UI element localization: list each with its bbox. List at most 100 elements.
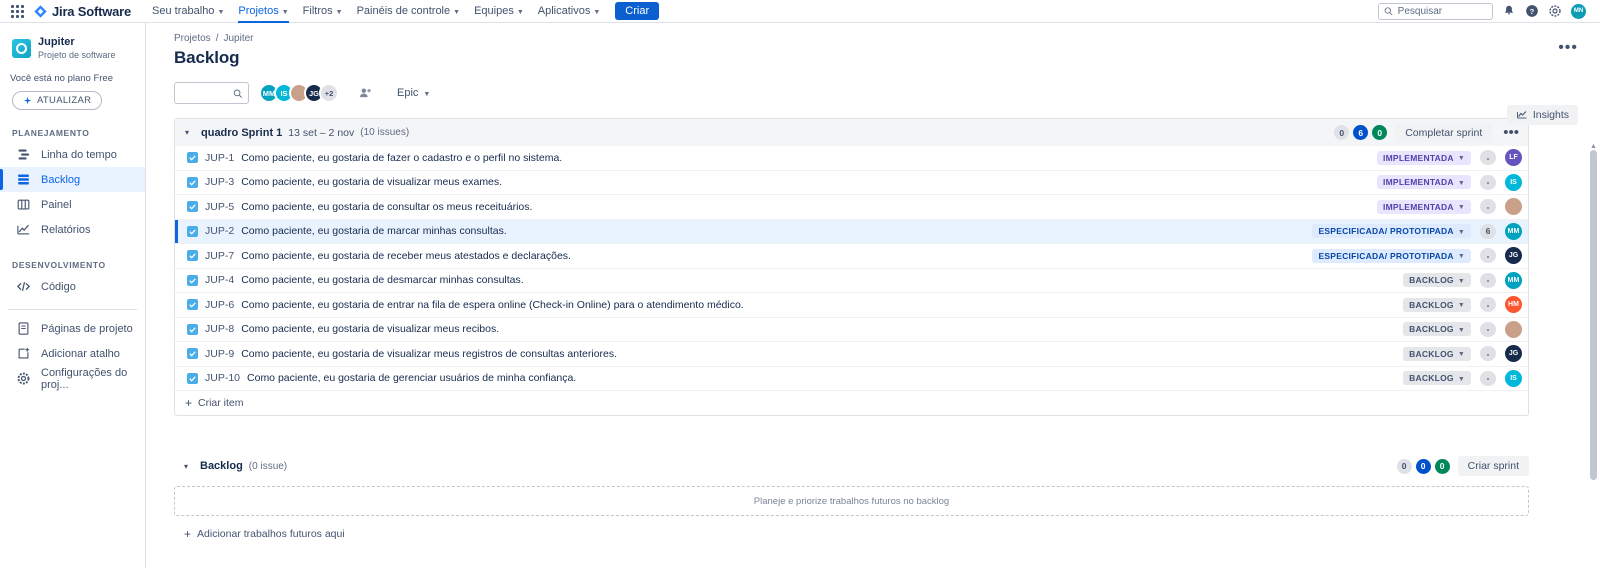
- estimate-badge[interactable]: -: [1480, 150, 1496, 166]
- create-sprint-button[interactable]: Criar sprint: [1457, 456, 1529, 476]
- assignee-avatar[interactable]: LF: [1505, 149, 1522, 167]
- backlog-search-input[interactable]: [181, 87, 233, 99]
- status-badge[interactable]: BACKLOG ▼: [1403, 346, 1471, 361]
- estimate-badge[interactable]: -: [1480, 321, 1496, 337]
- estimate-badge[interactable]: -: [1480, 346, 1496, 362]
- issue-key[interactable]: JUP-3: [205, 176, 234, 188]
- issue-key[interactable]: JUP-1: [205, 152, 234, 164]
- notifications-bell-icon[interactable]: [1502, 4, 1516, 18]
- nav-item-paineis-de-controle[interactable]: Painéis de controle ▼: [350, 0, 468, 23]
- issue-key[interactable]: JUP-9: [205, 348, 234, 360]
- assignee-avatar[interactable]: MM: [1505, 271, 1522, 289]
- issue-key[interactable]: JUP-8: [205, 323, 234, 335]
- pill-inprogress-count[interactable]: 0: [1415, 458, 1431, 474]
- sidebar-item-codigo[interactable]: Código: [0, 274, 145, 299]
- scrollbar-thumb[interactable]: [1590, 150, 1597, 480]
- pill-done-count[interactable]: 0: [1372, 125, 1388, 140]
- status-badge[interactable]: ESPECIFICADA/ PROTOTIPADA ▼: [1312, 224, 1471, 239]
- global-search-box[interactable]: [1378, 2, 1493, 20]
- estimate-badge[interactable]: 6: [1480, 223, 1496, 239]
- estimate-badge[interactable]: -: [1480, 297, 1496, 313]
- settings-gear-icon[interactable]: [1548, 4, 1562, 18]
- assignee-avatar[interactable]: MM: [1505, 222, 1522, 240]
- issue-key[interactable]: JUP-2: [205, 225, 234, 237]
- issue-key[interactable]: JUP-4: [205, 274, 234, 286]
- backlog-collapse-chevron-icon[interactable]: ▾: [184, 462, 194, 471]
- estimate-badge[interactable]: -: [1480, 248, 1496, 264]
- issue-key[interactable]: JUP-6: [205, 299, 234, 311]
- main-scrollbar[interactable]: ▲: [1590, 143, 1597, 568]
- table-row[interactable]: JUP-6 Como paciente, eu gostaria de entr…: [175, 293, 1528, 318]
- add-future-work-button[interactable]: + Adicionar trabalhos futuros aqui: [174, 522, 1529, 546]
- backlog-search-box[interactable]: [174, 82, 249, 104]
- assignee-avatar[interactable]: IS: [1505, 369, 1522, 387]
- status-badge[interactable]: BACKLOG ▼: [1403, 322, 1471, 337]
- pill-done-count[interactable]: 0: [1434, 458, 1450, 474]
- sidebar-item-relatorios[interactable]: Relatórios: [0, 217, 145, 242]
- status-badge[interactable]: BACKLOG ▼: [1403, 371, 1471, 386]
- jira-logo-home-link[interactable]: Jira Software: [34, 4, 131, 19]
- sprint-collapse-chevron-icon[interactable]: ▾: [185, 128, 195, 137]
- assignee-avatar[interactable]: [1505, 198, 1522, 216]
- sidebar-item-linha-do-tempo[interactable]: Linha do tempo: [0, 142, 145, 167]
- status-badge[interactable]: IMPLEMENTADA ▼: [1376, 175, 1471, 190]
- help-question-icon[interactable]: ?: [1525, 4, 1539, 18]
- epic-filter-button[interactable]: Epic ▼: [390, 84, 437, 102]
- issue-key[interactable]: JUP-5: [205, 201, 234, 213]
- sidebar-item-adicionar-atalho[interactable]: Adicionar atalho: [0, 341, 145, 366]
- assignee-avatar[interactable]: HM: [1505, 296, 1522, 314]
- scroll-up-arrow-icon[interactable]: ▲: [1590, 143, 1597, 150]
- nav-item-seu-trabalho[interactable]: Seu trabalho ▼: [145, 0, 231, 23]
- avatar-overflow-count[interactable]: +2: [319, 83, 339, 103]
- table-row[interactable]: JUP-8 Como paciente, eu gostaria de visu…: [175, 318, 1528, 342]
- nav-item-equipes[interactable]: Equipes ▼: [467, 0, 531, 23]
- table-row[interactable]: JUP-7 Como paciente, eu gostaria de rece…: [175, 244, 1528, 269]
- status-badge[interactable]: BACKLOG ▼: [1403, 297, 1471, 312]
- backlog-empty-dropzone[interactable]: Planeje e priorize trabalhos futuros no …: [174, 486, 1529, 516]
- status-badge[interactable]: BACKLOG ▼: [1403, 273, 1471, 288]
- breadcrumb-projetos[interactable]: Projetos: [174, 33, 211, 44]
- pill-inprogress-count[interactable]: 6: [1353, 125, 1369, 140]
- estimate-badge[interactable]: -: [1480, 174, 1496, 190]
- assignee-avatar[interactable]: IS: [1505, 173, 1522, 191]
- insights-button[interactable]: Insights: [1506, 105, 1578, 125]
- sidebar-item-painel[interactable]: Painel: [0, 192, 145, 217]
- estimate-badge[interactable]: -: [1480, 199, 1496, 215]
- status-badge[interactable]: ESPECIFICADA/ PROTOTIPADA ▼: [1312, 248, 1471, 263]
- sidebar-item-backlog[interactable]: Backlog: [0, 167, 145, 192]
- table-row[interactable]: JUP-1 Como paciente, eu gostaria de faze…: [175, 146, 1528, 171]
- nav-item-aplicativos[interactable]: Aplicativos ▼: [531, 0, 608, 23]
- assignee-avatar[interactable]: [1505, 320, 1522, 338]
- upgrade-button[interactable]: ATUALIZAR: [12, 91, 103, 110]
- create-item-button[interactable]: + Criar item: [175, 391, 1528, 415]
- app-switcher-icon[interactable]: [8, 2, 26, 20]
- nav-item-projetos[interactable]: Projetos ▼: [231, 0, 295, 23]
- sidebar-item-configuracoes-do-projeto[interactable]: Configurações do proj...: [0, 366, 145, 391]
- table-row[interactable]: JUP-3 Como paciente, eu gostaria de visu…: [175, 171, 1528, 195]
- pill-todo-count[interactable]: 0: [1334, 125, 1350, 140]
- estimate-badge[interactable]: -: [1480, 272, 1496, 288]
- table-row[interactable]: JUP-10 Como paciente, eu gostaria de ger…: [175, 367, 1528, 391]
- sidebar-item-paginas-de-projeto[interactable]: Páginas de projeto: [0, 316, 145, 341]
- search-input[interactable]: [1397, 5, 1487, 17]
- pill-todo-count[interactable]: 0: [1396, 458, 1412, 474]
- estimate-badge[interactable]: -: [1480, 370, 1496, 386]
- status-badge[interactable]: IMPLEMENTADA ▼: [1376, 150, 1471, 165]
- add-people-button[interactable]: [356, 84, 374, 102]
- sprint-more-actions-button[interactable]: •••: [1500, 125, 1522, 140]
- table-row[interactable]: JUP-2 Como paciente, eu gostaria de marc…: [175, 219, 1528, 244]
- create-button[interactable]: Criar: [615, 2, 660, 20]
- issue-key[interactable]: JUP-7: [205, 250, 234, 262]
- assignee-avatar[interactable]: JG: [1505, 247, 1522, 265]
- page-more-actions-button[interactable]: •••: [1558, 40, 1578, 56]
- breadcrumb-jupiter[interactable]: Jupiter: [223, 33, 253, 44]
- user-avatar[interactable]: MN: [1571, 3, 1586, 19]
- project-header[interactable]: Jupiter Projeto de software: [0, 33, 145, 61]
- table-row[interactable]: JUP-4 Como paciente, eu gostaria de desm…: [175, 269, 1528, 293]
- assignee-avatar[interactable]: JG: [1505, 345, 1522, 363]
- complete-sprint-button[interactable]: Completar sprint: [1395, 122, 1493, 143]
- issue-key[interactable]: JUP-10: [205, 372, 240, 384]
- status-badge[interactable]: IMPLEMENTADA ▼: [1376, 199, 1471, 214]
- table-row[interactable]: JUP-9 Como paciente, eu gostaria de visu…: [175, 342, 1528, 367]
- nav-item-filtros[interactable]: Filtros ▼: [296, 0, 350, 23]
